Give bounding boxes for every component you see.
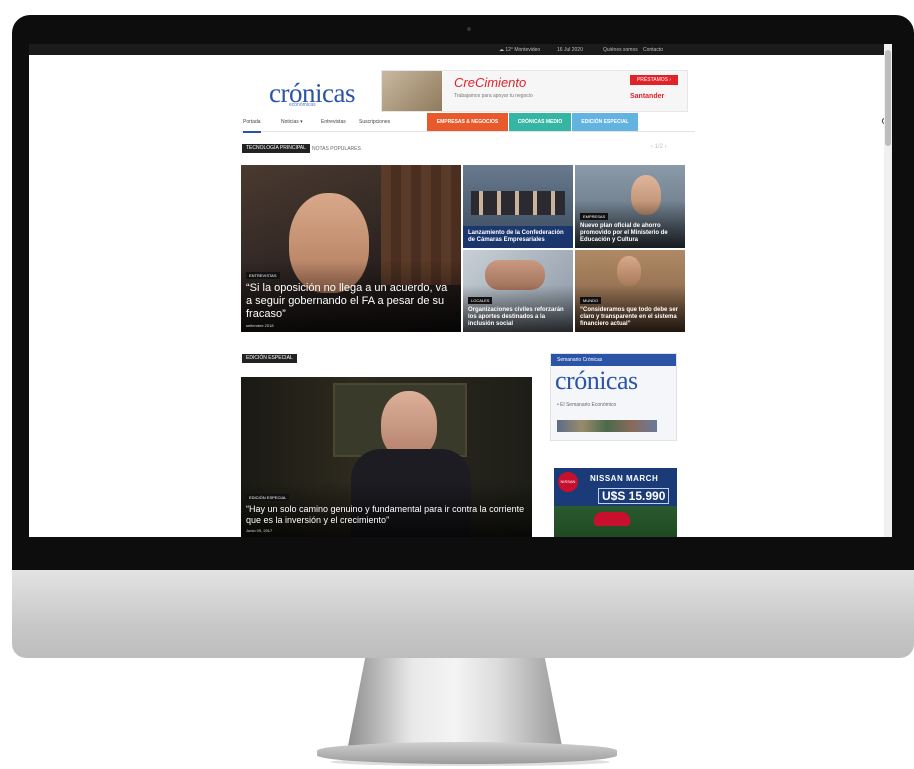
nav-item-entrevistas[interactable]: Entrevistas [321,113,346,131]
pagination[interactable]: ‹ 1/2 › [651,144,667,150]
feature-title[interactable]: “Hay un solo camino genuino y fundamenta… [246,504,527,526]
main-nav: Portada Noticias ▾ Entrevistas Suscripci… [241,113,891,133]
tile4-face [617,256,641,286]
tile1-title[interactable]: Lanzamiento de la Confederación de Cámar… [468,230,568,244]
section-label-especial: EDICIÓN ESPECIAL [242,354,297,363]
hero-tile[interactable]: ENTREVISTAS “Si la oposición no llega a … [241,165,461,332]
news-tile-1[interactable]: Lanzamiento de la Confederación de Cámar… [463,165,573,248]
tile3-category: LOCALES [468,297,493,304]
date-text: 16 Jul 2020 [557,47,583,53]
section-sub-popular[interactable]: NOTAS POPULARES [312,146,361,152]
news-tile-2[interactable]: EMPRESAS Nuevo plan oficial de ahorro pr… [575,165,685,248]
hero-category: ENTREVISTAS [246,272,280,279]
hero-caption: ENTREVISTAS “Si la oposición no llega a … [241,260,461,332]
nav-item-suscripciones[interactable]: Suscripciones [359,113,390,131]
ad1-photo-strip [557,420,657,432]
banner-photo [382,71,442,111]
tile1-group-photo [471,191,565,215]
tile2-caption: EMPRESAS Nuevo plan oficial de ahorro pr… [575,201,685,248]
feature-category: EDICIÓN ESPECIAL [246,494,290,501]
nav-pill-empresas[interactable]: EMPRESAS & NEGOCIOS [427,113,508,131]
scrollbar-thumb[interactable] [885,50,891,146]
news-tile-3[interactable]: LOCALES Organizaciones civiles reforzará… [463,250,573,332]
weather-text: ☁ 12° Montevideo [499,47,541,53]
sidebar-ad-nissan[interactable]: NISSAN NISSAN MARCH U$S 15.990 [554,468,677,537]
tile4-caption: MUNDO “Consideramos que todo debe ser cl… [575,285,685,332]
site-logo-sub: económicas [289,102,316,108]
banner-cta-button[interactable]: PRÉSTAMOS › [630,75,678,85]
header-banner-ad[interactable]: CreCimiento Trabajamos para apoyar tu ne… [381,70,688,112]
tile4-title[interactable]: “Consideramos que todo debe ser claro y … [580,307,680,328]
ad1-tagline: • El Semanario Económico [557,402,617,408]
banner-brand: Santander [630,93,665,100]
tile3-caption: LOCALES Organizaciones civiles reforzará… [463,285,573,332]
ad2-price: U$S 15.990 [598,488,670,504]
monitor-stand [348,658,562,746]
nav-pill-edicion-especial[interactable]: EDICIÓN ESPECIAL [572,113,638,131]
sidebar-ad-cronicas[interactable]: Semanario Crónicas crónicas • El Semanar… [550,353,677,441]
tile1-caption: Lanzamiento de la Confederación de Cámar… [463,226,573,248]
ad2-car [594,512,630,526]
top-bar: ☁ 12° Montevideo 16 Jul 2020 Quiénes som… [29,44,884,55]
nav-item-noticias[interactable]: Noticias ▾ [281,113,303,131]
ad1-logo: crónicas [555,366,638,395]
section-label-principal: TECNOLOGÍA PRINCIPAL [242,144,310,153]
ad2-title: NISSAN MARCH [590,474,659,483]
tile2-category: EMPRESAS [580,213,609,220]
monitor-chin [12,570,914,658]
contact-link[interactable]: Contacto [643,47,663,53]
feature-tile[interactable]: EDICIÓN ESPECIAL “Hay un solo camino gen… [241,377,532,537]
nav-item-portada[interactable]: Portada [243,113,261,133]
banner-title: CreCimiento [454,75,527,90]
camera-icon [467,27,471,31]
nissan-logo-icon: NISSAN [558,472,578,492]
hero-title[interactable]: “Si la oposición no llega a un acuerdo, … [246,282,456,321]
tile3-title[interactable]: Organizaciones civiles reforzarán los ap… [468,307,568,328]
hero-date: setiembre 2018 [246,323,274,328]
nav-pill-cronicas-medio[interactable]: CRÓNICAS MEDIO [509,113,571,131]
banner-tagline: Trabajamos para apoyar tu negocio [454,93,533,99]
feature-caption: EDICIÓN ESPECIAL “Hay un solo camino gen… [241,482,532,537]
feature-date: Junio 09, 2017 [246,528,273,533]
tile2-title[interactable]: Nuevo plan oficial de ahorro promovido p… [580,223,680,244]
monitor-stand-base [317,742,617,764]
ad1-top-text: Semanario Crónicas [551,354,676,366]
about-link[interactable]: Quiénes somos [603,47,638,53]
news-tile-4[interactable]: MUNDO “Consideramos que todo debe ser cl… [575,250,685,332]
website-screen: ☁ 12° Montevideo 16 Jul 2020 Quiénes som… [29,44,892,537]
tile4-category: MUNDO [580,297,602,304]
page-scrollbar[interactable] [884,44,892,537]
